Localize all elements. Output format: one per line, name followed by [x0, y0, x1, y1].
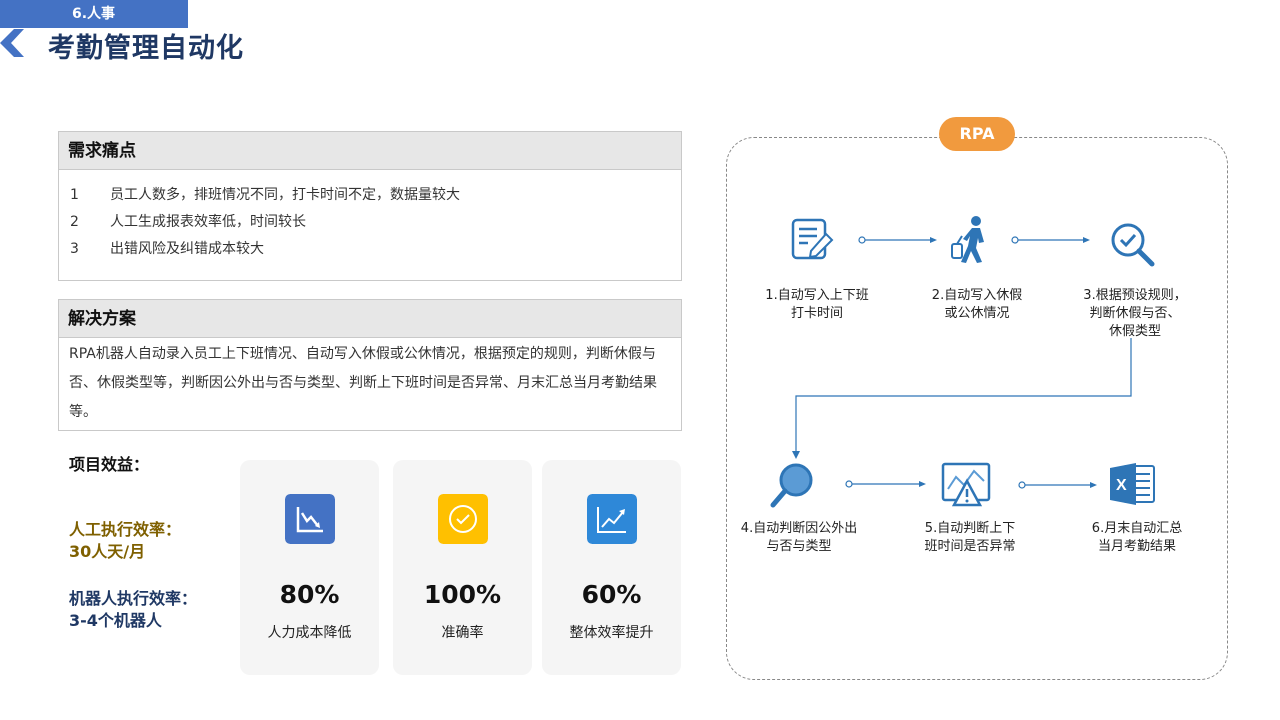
pain-points-list: 1 员工人数多，排班情况不同，打卡时间不定，数据量较大 2 人工生成报表效率低，时间…: [59, 170, 681, 263]
benefit-value: 100%: [423, 580, 502, 609]
solution-title: 解决方案: [59, 300, 681, 338]
flow-arrow-2-3: [1011, 236, 1090, 244]
flow-step-1-label: 1.自动写入上下班 打卡时间: [765, 288, 869, 321]
flow-connector-3-4: [792, 338, 1132, 459]
benefit-card-efficiency: 60% 整体效率提升: [542, 460, 681, 675]
benefit-card-accuracy: 100% 准确率: [393, 460, 532, 675]
chart-up-icon: [587, 494, 637, 544]
flow-step-3-label: 3.根据预设规则， 判断休假与否、 休假类型: [1083, 288, 1187, 339]
benefit-label: 准确率: [441, 625, 484, 641]
warning-chart-icon: [941, 462, 991, 507]
benefit-value: 80%: [279, 580, 340, 609]
pain-points-panel: 需求痛点 1 员工人数多，排班情况不同，打卡时间不定，数据量较大 2 人工生成报表效…: [58, 131, 682, 281]
svg-text:X: X: [1116, 477, 1127, 494]
section-tag: 6.人事: [0, 0, 188, 28]
benefit-label: 人力成本降低: [267, 625, 352, 641]
excel-icon: X: [1110, 463, 1155, 505]
list-item: 3 出错风险及纠错成本较大: [70, 241, 264, 257]
check-circle-icon: [438, 494, 488, 544]
flow-step-6-label: 6.月末自动汇总 当月考勤结果: [1091, 521, 1183, 554]
list-item: 2 人工生成报表效率低，时间较长: [70, 214, 306, 230]
rpa-badge: RPA: [939, 117, 1015, 151]
chevron-left-icon: [0, 29, 24, 57]
traveler-icon: [951, 216, 984, 263]
manual-efficiency: 人工执行效率： 30人天/月: [69, 520, 182, 561]
benefit-value: 60%: [581, 580, 642, 609]
benefit-card-cost: 80% 人力成本降低: [240, 460, 379, 675]
edit-document-icon: [791, 218, 834, 260]
benefits-title: 项目效益：: [69, 455, 150, 474]
magnifier-icon: [770, 463, 813, 508]
flow-step-4-label: 4.自动判断因公外出 与否与类型: [740, 521, 858, 554]
solution-text: RPA机器人自动录入员工上下班情况、自动写入休假或公休情况，根据预定的规则，判断…: [69, 346, 657, 420]
flow-step-2-label: 2.自动写入休假 或公休情况: [931, 288, 1023, 321]
benefit-label: 整体效率提升: [569, 625, 654, 641]
flow-step-5-label: 5.自动判断上下 班时间是否异常: [924, 521, 1016, 554]
chart-down-icon: [285, 494, 335, 544]
search-check-icon: [1111, 223, 1155, 267]
list-item: 1 员工人数多，排班情况不同，打卡时间不定，数据量较大: [70, 187, 460, 203]
solution-panel: 解决方案 RPA机器人自动录入员工上下班情况、自动写入休假或公休情况，根据预定的…: [58, 299, 682, 431]
flow-arrow-4-5: [845, 480, 926, 488]
robot-efficiency: 机器人执行效率： 3-4个机器人: [69, 589, 198, 630]
pain-points-title: 需求痛点: [59, 132, 681, 170]
flow-arrow-5-6: [1018, 481, 1097, 489]
page-title: 考勤管理自动化: [48, 33, 244, 64]
flow-arrow-1-2: [858, 236, 937, 244]
